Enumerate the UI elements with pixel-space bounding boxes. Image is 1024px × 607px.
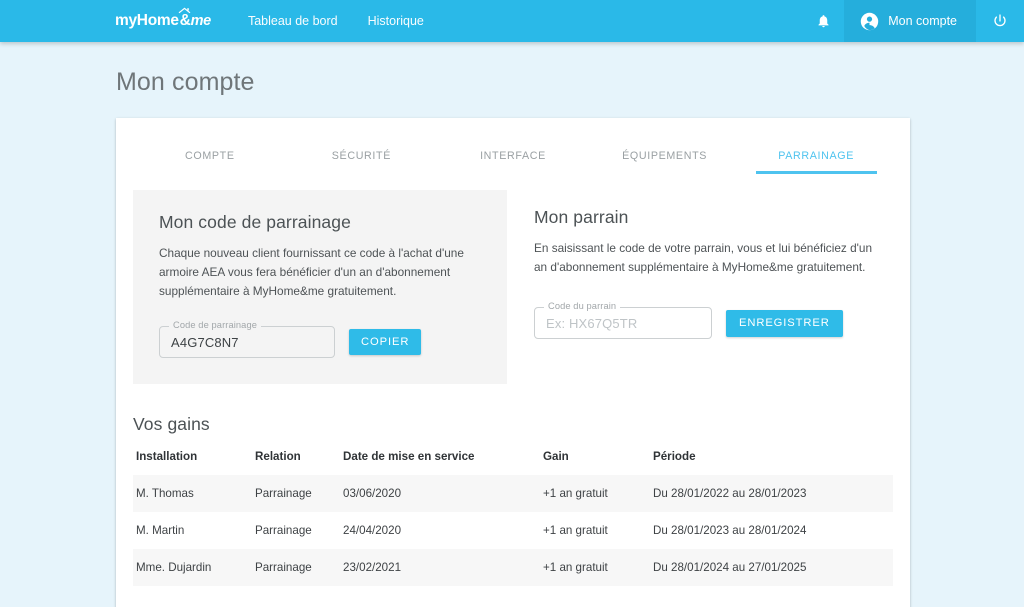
account-menu-label: Mon compte <box>888 14 957 28</box>
account-card: COMPTE SÉCURITÉ INTERFACE ÉQUIPEMENTS PA… <box>116 118 910 607</box>
my-sponsor-code-panel: Mon code de parrainage Chaque nouveau cl… <box>133 190 507 385</box>
tab-securite[interactable]: SÉCURITÉ <box>286 142 438 174</box>
cell-gain: +1 an gratuit <box>543 524 608 538</box>
page-body: Mon compte COMPTE SÉCURITÉ INTERFACE ÉQU… <box>0 42 1024 607</box>
nav-link-dashboard[interactable]: Tableau de bord <box>233 0 353 42</box>
cell-periode: Du 28/01/2022 au 28/01/2023 <box>653 475 893 513</box>
cell-installation: Mme. Dujardin <box>133 549 255 587</box>
navbar-right-group: Mon compte <box>802 0 1024 42</box>
brand-text-secondary: me <box>190 13 212 29</box>
tab-bar: COMPTE SÉCURITÉ INTERFACE ÉQUIPEMENTS PA… <box>134 118 892 174</box>
cell-date: 23/02/2021 <box>343 549 543 587</box>
sponsor-code-input-value: A4G7C8N7 <box>171 334 239 350</box>
account-menu-button[interactable]: Mon compte <box>844 0 976 42</box>
sponsor-code-entry-placeholder: Ex: HX67Q5TR <box>546 315 638 331</box>
brand-ampersand: & <box>178 7 191 30</box>
sponsor-code-entry-label: Code du parrain <box>544 301 621 312</box>
cell-periode: Du 28/01/2024 au 27/01/2025 <box>653 549 893 587</box>
my-sponsor-panel: Mon parrain En saisissant le code de vot… <box>507 190 893 384</box>
cell-periode: Du 28/01/2023 au 28/01/2024 <box>653 524 807 538</box>
tab-interface[interactable]: INTERFACE <box>437 142 589 174</box>
cell-gain: +1 an gratuit <box>543 549 653 587</box>
column-header-periode: Période <box>653 450 696 464</box>
copy-code-button[interactable]: COPIER <box>349 329 422 356</box>
gains-section: Vos gains Installation Relation Date de … <box>116 384 910 587</box>
logout-button[interactable] <box>976 0 1024 42</box>
top-navbar: myHome & me Tableau de bord Historique M… <box>0 0 1024 42</box>
my-sponsor-code-description: Chaque nouveau client fournissant ce cod… <box>159 246 464 299</box>
tab-parrainage[interactable]: PARRAINAGE <box>740 142 892 174</box>
table-row: M. Martin Parrainage 24/04/2020 +1 an gr… <box>133 512 893 549</box>
gains-heading: Vos gains <box>133 414 210 435</box>
column-header-date: Date de mise en service <box>343 450 475 464</box>
power-icon <box>994 14 1006 27</box>
gains-header-row: Installation Relation Date de mise en se… <box>133 450 893 475</box>
my-sponsor-code-heading: Mon code de parrainage <box>159 212 351 232</box>
column-header-relation: Relation <box>255 450 301 464</box>
cell-date: 24/04/2020 <box>343 524 402 538</box>
my-sponsor-heading: Mon parrain <box>534 207 629 227</box>
bell-icon <box>818 15 829 28</box>
tab-equipements[interactable]: ÉQUIPEMENTS <box>589 142 741 174</box>
column-header-installation: Installation <box>136 450 198 464</box>
save-sponsor-button[interactable]: ENREGISTRER <box>726 309 843 337</box>
brand-logo[interactable]: myHome & me <box>115 0 233 42</box>
sponsor-input-row: Code du parrain Ex: HX67Q5TR ENREGISTRER <box>534 301 873 340</box>
gains-table: Installation Relation Date de mise en se… <box>133 450 893 587</box>
brand-text-primary: myHome <box>115 12 179 29</box>
sponsor-code-input[interactable]: Code de parrainage A4G7C8N7 <box>159 321 335 359</box>
column-header-gain: Gain <box>543 450 569 464</box>
cell-relation: Parrainage <box>255 524 312 538</box>
gains-table-head: Installation Relation Date de mise en se… <box>133 450 893 475</box>
cell-relation: Parrainage <box>255 475 343 513</box>
cell-gain: +1 an gratuit <box>543 475 653 513</box>
navbar-left-group: myHome & me Tableau de bord Historique <box>0 0 439 42</box>
sponsor-code-field-row: Code de parrainage A4G7C8N7 COPIER <box>159 321 481 359</box>
table-row: M. Thomas Parrainage 03/06/2020 +1 an gr… <box>133 475 893 513</box>
sponsor-code-input-label: Code de parrainage <box>169 321 261 331</box>
notifications-button[interactable] <box>802 0 844 42</box>
table-row: Mme. Dujardin Parrainage 23/02/2021 +1 a… <box>133 549 893 587</box>
my-sponsor-description: En saisissant le code de votre parrain, … <box>534 241 873 275</box>
account-circle-icon <box>861 12 879 30</box>
cell-relation: Parrainage <box>255 549 343 587</box>
sponsor-code-entry-input[interactable]: Code du parrain Ex: HX67Q5TR <box>534 301 712 340</box>
cell-installation: M. Martin <box>136 524 185 538</box>
nav-link-history[interactable]: Historique <box>353 0 439 42</box>
house-roof-icon <box>178 7 191 14</box>
tab-compte[interactable]: COMPTE <box>134 142 286 174</box>
gains-table-body: M. Thomas Parrainage 03/06/2020 +1 an gr… <box>133 475 893 587</box>
parrainage-panels: Mon code de parrainage Chaque nouveau cl… <box>116 174 910 385</box>
cell-installation: M. Thomas <box>133 475 255 513</box>
cell-date: 03/06/2020 <box>343 475 543 513</box>
page-title: Mon compte <box>116 68 255 96</box>
